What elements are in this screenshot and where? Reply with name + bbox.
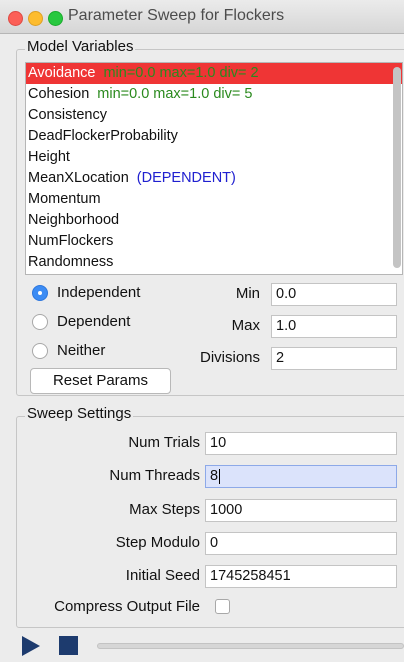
variable-detail: min=0.0 max=1.0 div= 5: [97, 86, 253, 102]
neither-radio[interactable]: [32, 343, 48, 359]
progress-slider[interactable]: [97, 643, 404, 649]
num-threads-field[interactable]: 8: [205, 465, 397, 488]
sweep-settings-title: Sweep Settings: [25, 405, 134, 422]
dependent-radio[interactable]: [32, 314, 48, 330]
max-field[interactable]: 1.0: [271, 315, 397, 338]
variable-name: Momentum: [28, 191, 101, 207]
num-trials-field[interactable]: 10: [205, 432, 397, 455]
text-caret: [219, 468, 221, 484]
min-field[interactable]: 0.0: [271, 283, 397, 306]
initial-seed-field[interactable]: 1745258451: [205, 565, 397, 588]
list-item[interactable]: Consistency: [26, 105, 402, 126]
variable-detail: (DEPENDENT): [136, 170, 236, 186]
step-modulo-label: Step Modulo: [115, 534, 200, 551]
variable-name: Consistency: [28, 107, 107, 123]
variable-name: DeadFlockerProbability: [28, 128, 178, 144]
variable-list[interactable]: Avoidance min=0.0 max=1.0 div= 2 Cohesion m…: [25, 62, 403, 275]
list-item[interactable]: Randomness: [26, 252, 402, 273]
reset-params-button[interactable]: Reset Params: [30, 368, 171, 394]
list-item[interactable]: Cohesion min=0.0 max=1.0 div= 5: [26, 84, 402, 105]
initial-seed-label: Initial Seed: [125, 567, 200, 584]
step-modulo-field[interactable]: 0: [205, 532, 397, 555]
compress-output-checkbox[interactable]: [215, 599, 230, 614]
variable-name: NumFlockers: [28, 233, 114, 249]
list-item[interactable]: Height: [26, 147, 402, 168]
list-item[interactable]: Avoidance min=0.0 max=1.0 div= 2: [26, 63, 402, 84]
divisions-label: Divisions: [199, 349, 260, 366]
variable-name: Neighborhood: [28, 212, 120, 228]
num-threads-label: Num Threads: [109, 467, 200, 484]
minimize-window-button[interactable]: [28, 11, 43, 26]
model-variables-title: Model Variables: [25, 38, 136, 55]
dependent-label: Dependent: [57, 313, 131, 330]
variable-name: MeanXLocation: [28, 170, 129, 186]
play-icon[interactable]: [22, 636, 40, 656]
divisions-field[interactable]: 2: [271, 347, 397, 370]
title-bar: Parameter Sweep for Flockers: [0, 0, 404, 34]
list-item[interactable]: DeadFlockerProbability: [26, 126, 402, 147]
compress-output-label: Compress Output File: [54, 598, 200, 615]
num-threads-value: 8: [210, 468, 219, 484]
list-item[interactable]: MeanXLocation (DEPENDENT): [26, 168, 402, 189]
list-item[interactable]: Momentum: [26, 189, 402, 210]
neither-label: Neither: [57, 342, 106, 359]
list-item[interactable]: NumFlockers: [26, 231, 402, 252]
zoom-window-button[interactable]: [48, 11, 63, 26]
close-window-button[interactable]: [8, 11, 23, 26]
independent-label: Independent: [57, 284, 141, 301]
variable-name: Avoidance: [28, 65, 96, 81]
list-item[interactable]: Neighborhood: [26, 210, 402, 231]
variable-name: Cohesion: [28, 86, 90, 102]
independent-radio[interactable]: [32, 285, 48, 301]
stop-icon[interactable]: [59, 636, 78, 655]
num-trials-label: Num Trials: [128, 434, 200, 451]
list-scrollbar[interactable]: [393, 67, 401, 268]
variable-name: Height: [28, 149, 70, 165]
max-label: Max: [231, 317, 260, 334]
max-steps-field[interactable]: 1000: [205, 499, 397, 522]
window-title: Parameter Sweep for Flockers: [68, 7, 285, 24]
max-steps-label: Max Steps: [129, 501, 200, 518]
min-label: Min: [235, 285, 260, 302]
variable-detail: min=0.0 max=1.0 div= 2: [103, 65, 259, 81]
variable-name: Randomness: [28, 254, 114, 270]
